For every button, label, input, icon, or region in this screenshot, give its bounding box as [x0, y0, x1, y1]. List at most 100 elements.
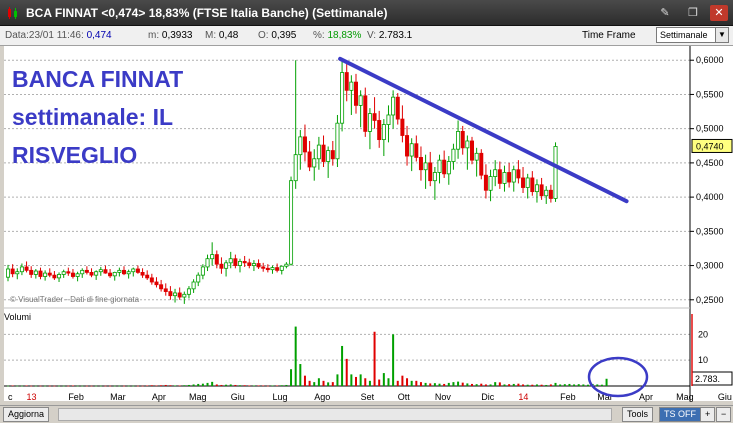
- candle-body: [265, 267, 270, 271]
- pct-field: %: 18,83%: [313, 30, 361, 41]
- volume-bar: [438, 383, 441, 386]
- volume-bar: [30, 385, 33, 387]
- tools-button[interactable]: Tools: [622, 407, 654, 422]
- candle-body: [483, 174, 488, 191]
- timeframe-select[interactable]: Settimanale: [656, 27, 716, 43]
- chevron-down-icon[interactable]: ▼: [715, 27, 729, 43]
- restore-window-icon[interactable]: ❐: [684, 5, 702, 21]
- volume-bar: [85, 385, 88, 387]
- volume-bar: [303, 375, 306, 386]
- price-tick-label: 0,3500: [696, 226, 724, 236]
- candle-body: [349, 81, 354, 91]
- candle-body: [497, 169, 502, 184]
- candle-body: [525, 177, 530, 188]
- candle-body: [340, 72, 345, 124]
- volume-bar: [471, 383, 473, 386]
- volume-bar: [327, 382, 330, 386]
- last-price-label: 0,4740: [696, 141, 724, 151]
- zoom-out-button[interactable]: −: [716, 407, 732, 422]
- date-label: Data:: [5, 30, 29, 41]
- candle-body: [507, 172, 512, 183]
- candle-body: [469, 140, 474, 161]
- horizontal-scrollbar[interactable]: [58, 408, 612, 421]
- volume-bar: [447, 382, 450, 386]
- volume-bar: [169, 385, 172, 386]
- zoom-in-button[interactable]: +: [700, 407, 716, 422]
- volume-bar: [76, 385, 79, 387]
- volume-bar: [396, 380, 399, 386]
- candle-body: [298, 136, 303, 156]
- candle-body: [52, 274, 57, 279]
- ts-off-button[interactable]: TS OFF: [659, 407, 701, 422]
- x-axis-label: 13: [27, 392, 37, 402]
- volume-bar: [71, 385, 74, 387]
- candle-body: [154, 281, 159, 286]
- candle-body: [61, 271, 66, 275]
- candle-body: [539, 184, 544, 197]
- volume-bar: [452, 382, 455, 386]
- candle-body: [24, 266, 29, 271]
- volume-bar: [123, 385, 125, 387]
- volume-bar: [104, 385, 107, 387]
- candle-body: [70, 272, 75, 277]
- candle-body: [544, 189, 549, 197]
- candle-body: [302, 136, 307, 153]
- volume-bar: [475, 384, 478, 386]
- candle-body: [219, 263, 224, 269]
- candle-body: [432, 172, 437, 182]
- candle-body: [149, 277, 154, 283]
- volume-bar: [540, 384, 543, 386]
- candlestick-app-icon: [8, 7, 17, 19]
- volume-bar: [164, 384, 167, 386]
- x-axis-label: Mag: [676, 392, 694, 402]
- volume-bar: [178, 385, 181, 387]
- candle-body: [409, 143, 414, 157]
- aggiorna-button[interactable]: Aggiorna: [3, 407, 50, 422]
- edit-pencil-icon[interactable]: ✎: [656, 5, 674, 21]
- volume-bar: [99, 385, 102, 387]
- candle-body: [344, 72, 349, 91]
- candle-body: [326, 150, 331, 162]
- candle-body: [57, 274, 62, 279]
- candle-body: [330, 150, 335, 160]
- watermark: © VisualTrader - Dati di fine giornata: [10, 295, 140, 304]
- volume-bar: [239, 385, 241, 386]
- volume-bar: [34, 385, 37, 387]
- volume-bar: [368, 380, 371, 386]
- candle-body: [372, 113, 377, 121]
- volume-bar: [508, 384, 511, 386]
- volume-bar: [290, 369, 293, 386]
- candle-body: [465, 140, 470, 149]
- candle-body: [293, 154, 298, 182]
- volume-bar: [109, 385, 112, 387]
- volume-tick-label: 10: [698, 355, 708, 365]
- max-field: M: 0,48: [205, 30, 238, 41]
- candle-body: [442, 159, 447, 175]
- candle-body: [275, 267, 280, 271]
- candle-body: [214, 254, 219, 265]
- candle-body: [66, 271, 71, 274]
- candle-body: [122, 269, 127, 275]
- volume-bar: [266, 385, 269, 387]
- x-axis-label: Nov: [435, 392, 452, 402]
- candle-body: [386, 114, 391, 125]
- price-tick-label: 0,2500: [696, 295, 724, 305]
- candle-body: [335, 122, 340, 160]
- volume-bar: [605, 378, 608, 386]
- candle-body: [80, 269, 85, 275]
- min-field: m: 0,3933: [148, 30, 192, 41]
- volume-bar: [62, 385, 65, 387]
- candle-body: [284, 263, 289, 267]
- candle-body: [405, 135, 410, 157]
- candle-body: [29, 269, 34, 275]
- candle-body: [131, 268, 136, 273]
- volume-bar: [350, 374, 353, 386]
- volume-bar: [155, 385, 158, 387]
- candle-body: [414, 143, 419, 158]
- volume-bar: [16, 385, 19, 387]
- close-window-button[interactable]: ✕: [710, 5, 728, 21]
- candle-body: [446, 161, 451, 175]
- candle-body: [186, 288, 191, 295]
- volume-bar: [201, 383, 204, 386]
- volume-bar: [262, 385, 265, 387]
